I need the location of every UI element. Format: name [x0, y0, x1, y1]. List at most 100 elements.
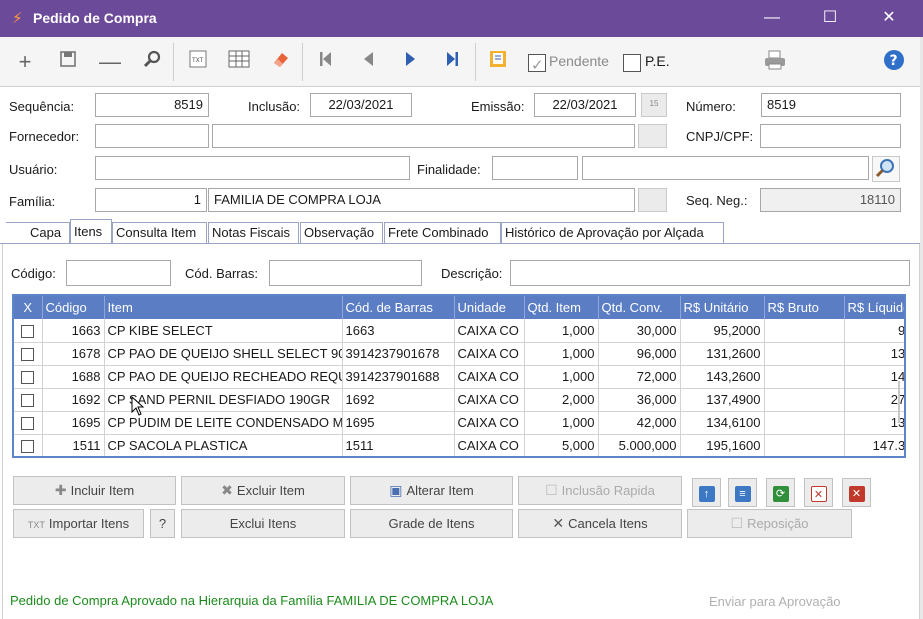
help-button[interactable]: ?: [150, 509, 175, 538]
col-rs-bruto[interactable]: R$ Bruto: [764, 296, 845, 319]
finalidade-search-button[interactable]: [872, 156, 900, 182]
row-select-checkbox[interactable]: [21, 440, 35, 454]
tab-itens[interactable]: Itens: [70, 219, 112, 244]
save-icon[interactable]: [54, 49, 82, 75]
row-select-checkbox[interactable]: [21, 394, 35, 408]
codigo-filter-input[interactable]: [66, 260, 171, 286]
maximize-button[interactable]: ☐: [815, 6, 845, 30]
eraser-icon[interactable]: [266, 49, 294, 75]
cell-rs-liquido[interactable]: 131,26: [844, 342, 904, 366]
cell-qtd-conv[interactable]: 42,000: [598, 411, 681, 435]
col-x[interactable]: X: [14, 296, 43, 319]
cell-rs-liquido[interactable]: 134,61: [844, 411, 904, 435]
cell-item[interactable]: CP PAO DE QUEIJO RECHEADO REQU: [104, 365, 343, 389]
sequencia-field[interactable]: 8519: [95, 93, 209, 117]
next-record-icon[interactable]: [397, 49, 425, 75]
cell-rs-liquido[interactable]: 147.345,8: [844, 434, 904, 456]
row-select-checkbox[interactable]: [21, 371, 35, 385]
cell-item[interactable]: CP PAO DE QUEIJO SHELL SELECT 90: [104, 342, 343, 366]
cell-codigo[interactable]: 1692: [42, 388, 105, 412]
cell-cod-barras[interactable]: 1511: [342, 434, 455, 456]
remove-icon[interactable]: —: [96, 49, 124, 75]
cell-rs-unitario[interactable]: 131,2600: [680, 342, 765, 366]
familia-lookup-button[interactable]: [638, 188, 667, 212]
enviar-aprovacao-link[interactable]: Enviar para Aprovação: [709, 594, 841, 609]
cell-codigo[interactable]: 1695: [42, 411, 105, 435]
print-icon[interactable]: [761, 49, 789, 75]
cell-qtd-conv[interactable]: 36,000: [598, 388, 681, 412]
col-unidade[interactable]: Unidade: [454, 296, 525, 319]
inclusao-rapida-button[interactable]: ☐ Inclusão Rapida: [518, 476, 682, 505]
cell-rs-bruto[interactable]: [764, 342, 845, 366]
row-select-checkbox[interactable]: [21, 348, 35, 362]
cell-select[interactable]: [14, 319, 43, 343]
incluir-item-button[interactable]: ✚ Incluir Item: [13, 476, 176, 505]
row-select-checkbox[interactable]: [21, 417, 35, 431]
import-db-button[interactable]: ≡: [728, 478, 757, 507]
cell-item[interactable]: CP SACOLA PLASTICA: [104, 434, 343, 456]
help-icon[interactable]: ?: [880, 49, 908, 75]
emissao-field[interactable]: 22/03/2021: [534, 93, 636, 117]
finalidade-code-field[interactable]: [492, 156, 578, 180]
row-select-checkbox[interactable]: [21, 324, 35, 338]
items-grid[interactable]: X Código Item Cód. de Barras Unidade Qtd…: [12, 294, 906, 458]
finalidade-desc-field[interactable]: [582, 156, 869, 180]
col-qtd-item[interactable]: Qtd. Item: [524, 296, 599, 319]
col-qtd-conv[interactable]: Qtd. Conv.: [598, 296, 681, 319]
cell-qtd-item[interactable]: 5,000: [524, 434, 599, 456]
previous-record-icon[interactable]: [354, 49, 382, 75]
fornecedor-lookup-button[interactable]: [638, 124, 667, 148]
usuario-field[interactable]: [95, 156, 410, 180]
grid-icon[interactable]: [225, 49, 253, 75]
table-row[interactable]: 1663 CP KIBE SELECT 1663 CAIXA CO 1,000 30,00…: [14, 319, 904, 343]
calendar-icon[interactable]: 15: [641, 93, 667, 117]
reposicao-button[interactable]: ☐ Reposição: [687, 509, 852, 538]
cell-cod-barras[interactable]: 1695: [342, 411, 455, 435]
grid-scrollbar[interactable]: [898, 381, 900, 423]
cell-cod-barras[interactable]: 3914237901678: [342, 342, 455, 366]
cell-qtd-item[interactable]: 1,000: [524, 365, 599, 389]
familia-code-field[interactable]: 1: [95, 188, 207, 212]
cell-rs-unitario[interactable]: 195,1600: [680, 434, 765, 456]
cell-rs-unitario[interactable]: 137,4900: [680, 388, 765, 412]
col-rs-liquido[interactable]: R$ Líquido: [844, 296, 904, 319]
cell-item[interactable]: CP KIBE SELECT: [104, 319, 343, 343]
table-row[interactable]: 1692 CP SAND PERNIL DESFIADO 190GR 1692 CAI…: [14, 388, 904, 412]
cell-rs-bruto[interactable]: [764, 388, 845, 412]
descricao-filter-input[interactable]: [510, 260, 910, 286]
cell-codigo[interactable]: 1688: [42, 365, 105, 389]
col-codigo[interactable]: Código: [42, 296, 105, 319]
cell-qtd-item[interactable]: 1,000: [524, 342, 599, 366]
exclui-itens-button[interactable]: Exclui Itens: [181, 509, 345, 538]
cell-rs-unitario[interactable]: 134,6100: [680, 411, 765, 435]
minimize-button[interactable]: —: [757, 6, 787, 30]
cell-qtd-conv[interactable]: 72,000: [598, 365, 681, 389]
cell-codigo[interactable]: 1663: [42, 319, 105, 343]
importar-itens-button[interactable]: TXT Importar Itens: [13, 509, 144, 538]
cell-cod-barras[interactable]: 3914237901688: [342, 365, 455, 389]
cell-rs-unitario[interactable]: 143,2600: [680, 365, 765, 389]
cell-select[interactable]: [14, 388, 43, 412]
tab-frete-combinado[interactable]: Frete Combinado: [384, 222, 501, 244]
cell-unidade[interactable]: CAIXA CO: [454, 411, 525, 435]
cod-barras-filter-input[interactable]: [269, 260, 422, 286]
add-icon[interactable]: +: [11, 49, 39, 75]
cancela-itens-button[interactable]: ✕ Cancela Itens: [518, 509, 682, 538]
cell-qtd-item[interactable]: 2,000: [524, 388, 599, 412]
grade-itens-button[interactable]: Grade de Itens: [350, 509, 513, 538]
cell-rs-bruto[interactable]: [764, 319, 845, 343]
cell-rs-bruto[interactable]: [764, 411, 845, 435]
excluir-item-button[interactable]: ✖ Excluir Item: [181, 476, 345, 505]
cell-rs-unitario[interactable]: 95,2000: [680, 319, 765, 343]
cell-select[interactable]: [14, 342, 43, 366]
cell-unidade[interactable]: CAIXA CO: [454, 365, 525, 389]
familia-name-field[interactable]: FAMILIA DE COMPRA LOJA: [208, 188, 635, 212]
tab-observacao[interactable]: Observação: [300, 222, 383, 244]
col-rs-unitario[interactable]: R$ Unitário: [680, 296, 765, 319]
cell-cod-barras[interactable]: 1692: [342, 388, 455, 412]
cell-unidade[interactable]: CAIXA CO: [454, 434, 525, 456]
cell-qtd-conv[interactable]: 30,000: [598, 319, 681, 343]
cell-rs-liquido[interactable]: 95,20: [844, 319, 904, 343]
fornecedor-code-field[interactable]: [95, 124, 209, 148]
col-cod-barras[interactable]: Cód. de Barras: [342, 296, 455, 319]
